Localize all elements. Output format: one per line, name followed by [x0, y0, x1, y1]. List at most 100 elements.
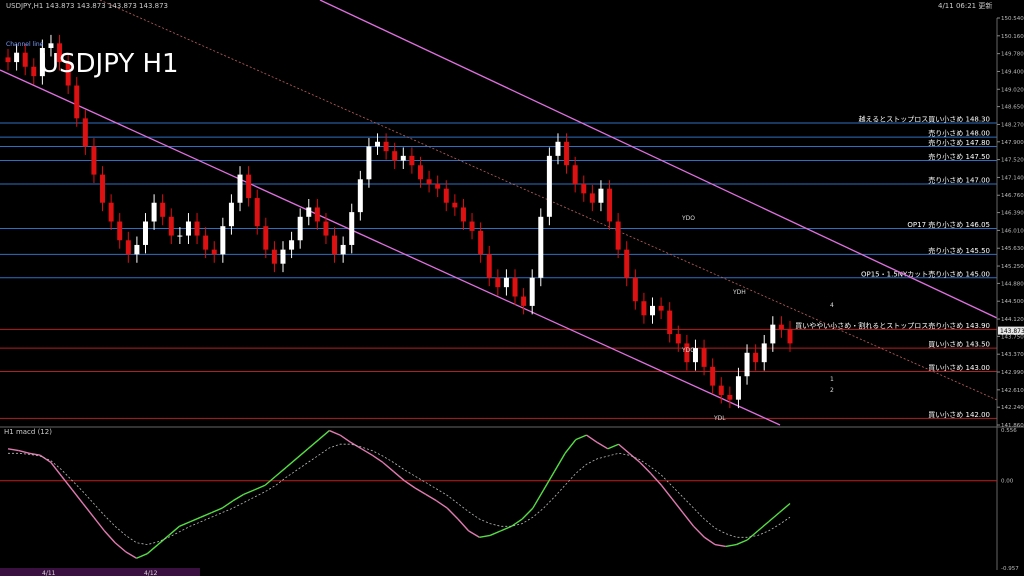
candle-body	[142, 221, 148, 245]
marker-label: 4	[830, 302, 834, 309]
candle-body	[5, 57, 11, 63]
price-tick-label: 144.500	[1001, 299, 1024, 305]
level-label: 買い小さめ 143.50	[928, 340, 990, 349]
candle-body	[555, 141, 561, 156]
candle-body	[667, 310, 673, 335]
chart-background	[0, 0, 1024, 576]
candle-body	[770, 324, 776, 344]
candle-body	[400, 155, 406, 161]
macd-tick-label: 0.00	[1001, 479, 1014, 485]
price-tick-label: 149.020	[1001, 87, 1024, 93]
marker-label: YDO	[681, 215, 695, 222]
candle-body	[409, 155, 415, 166]
price-tick-label: 145.250	[1001, 264, 1024, 270]
candle-body	[675, 334, 681, 344]
candle-body	[220, 226, 226, 255]
price-tick-label: 144.120	[1001, 317, 1024, 323]
candle-body	[710, 366, 716, 386]
last-price-label: 143.873	[1000, 328, 1024, 335]
candle-body	[735, 376, 741, 400]
candle-body	[246, 174, 252, 199]
candle-body	[469, 221, 475, 231]
candle-body	[512, 277, 518, 297]
candle-body	[108, 202, 114, 222]
price-tick-label: 142.610	[1001, 388, 1024, 394]
candle-body	[48, 43, 54, 49]
price-tick-label: 142.990	[1001, 370, 1024, 376]
candle-body	[117, 221, 123, 241]
candle-body	[392, 151, 398, 161]
price-tick-label: 149.400	[1001, 69, 1024, 75]
candle-body	[452, 202, 458, 208]
candle-body	[744, 352, 750, 377]
candle-body	[521, 296, 527, 306]
candle-body	[478, 230, 484, 255]
candle-body	[495, 277, 501, 288]
level-label: 売り小さめ 145.50	[928, 246, 990, 255]
candle-body	[297, 216, 303, 241]
candle-body	[22, 52, 28, 67]
candle-body	[564, 141, 570, 166]
candle-body	[177, 235, 183, 237]
candle-body	[727, 394, 733, 400]
candle-body	[332, 235, 338, 255]
level-label: 買いややい小さめ・割れるとストップロス売り小さめ 143.90	[795, 321, 990, 330]
candle-body	[160, 202, 166, 217]
date-strip	[0, 568, 200, 576]
price-tick-label: 142.240	[1001, 405, 1024, 411]
marker-label: YDC	[681, 347, 694, 354]
marker-label: YDH	[732, 289, 746, 296]
candle-body	[263, 226, 269, 250]
candle-body	[443, 188, 449, 203]
candle-body	[572, 165, 578, 184]
candle-body	[91, 146, 97, 175]
price-tick-label: 148.650	[1001, 105, 1024, 111]
candle-body	[31, 66, 37, 77]
price-tick-label: 147.900	[1001, 140, 1024, 146]
candle-body	[641, 301, 647, 316]
update-datetime: 4/11 06:21 更新	[938, 1, 992, 10]
candle-body	[314, 207, 320, 222]
price-tick-label: 147.140	[1001, 175, 1024, 181]
candle-body	[323, 221, 329, 236]
price-tick-label: 146.390	[1001, 211, 1024, 217]
price-tick-label: 148.270	[1001, 122, 1024, 128]
big-title: USDJPY H1	[40, 49, 179, 79]
candle-body	[14, 52, 20, 63]
candle-body	[151, 202, 157, 222]
candle-body	[82, 118, 88, 147]
price-tick-label: 147.520	[1001, 158, 1024, 164]
candle-body	[778, 324, 784, 330]
date-mark: 4/11	[42, 570, 56, 576]
candle-body	[417, 165, 423, 180]
price-tick-label: 143.370	[1001, 352, 1024, 358]
candle-body	[581, 183, 587, 194]
candle-body	[203, 235, 209, 250]
candle-body	[366, 146, 372, 180]
marker-label: 1	[830, 376, 834, 383]
candle-body	[271, 249, 277, 264]
price-tick-label: 145.630	[1001, 246, 1024, 252]
candle-body	[615, 221, 621, 250]
candle-body	[254, 198, 260, 227]
level-label: 売り小さめ 147.50	[928, 152, 990, 161]
candle-body	[486, 254, 492, 278]
level-label: 売り小さめ 147.80	[928, 138, 990, 147]
candle-body	[185, 221, 191, 236]
candle-body	[598, 188, 604, 203]
price-tick-label: 150.160	[1001, 34, 1024, 40]
candle-body	[228, 202, 234, 227]
candle-body	[211, 249, 217, 255]
candle-body	[280, 249, 286, 264]
price-tick-label: 146.010	[1001, 228, 1024, 234]
usdjpy-h1-chart: 越えるとストップロス買い小さめ 148.30売り小さめ 148.00売り小さめ …	[0, 0, 1024, 576]
candle-body	[194, 221, 200, 236]
candle-body	[701, 348, 707, 367]
candle-body	[426, 179, 432, 184]
candle-body	[134, 244, 140, 255]
level-label: OP17 売り小さめ 146.05	[907, 220, 990, 229]
candle-body	[289, 240, 295, 250]
candle-body	[658, 305, 664, 311]
candle-body	[503, 277, 509, 288]
level-label: 越えるとストップロス買い小さめ 148.30	[858, 115, 990, 124]
